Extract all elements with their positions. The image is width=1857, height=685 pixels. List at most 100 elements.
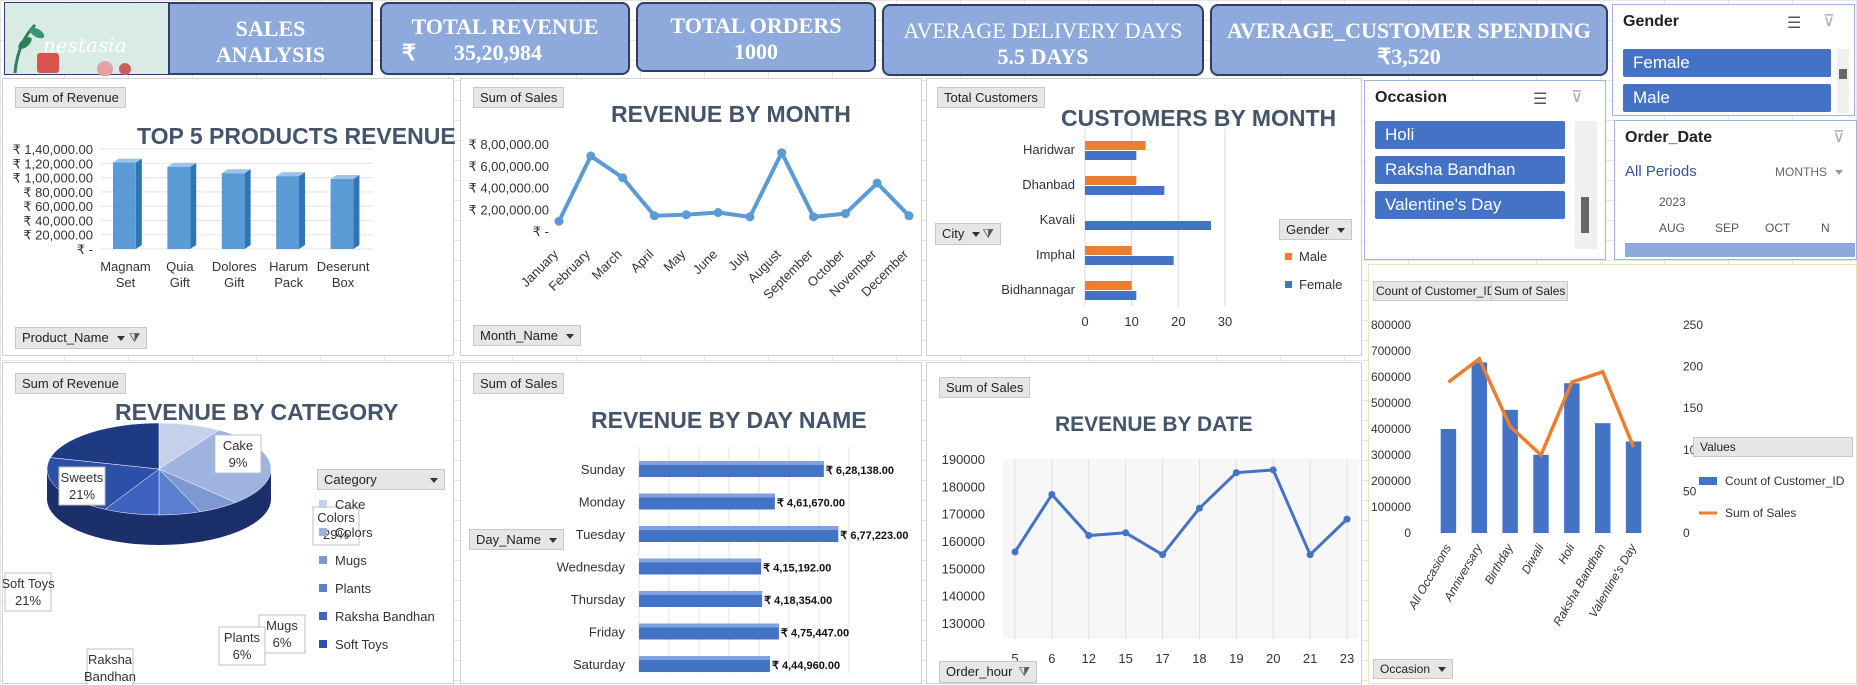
y-tick-label-right: 250 — [1683, 318, 1703, 332]
data-point — [1011, 548, 1019, 556]
bar — [1085, 176, 1137, 185]
multi-select-icon[interactable]: ☰ — [1787, 13, 1801, 33]
kpi-sales-analysis-line1: SALES — [235, 16, 306, 41]
timeline-month-aug[interactable]: AUG — [1659, 221, 1685, 235]
bar — [1533, 454, 1549, 533]
bar — [1085, 291, 1137, 300]
plot-area — [1003, 459, 1359, 639]
field-cat-legend[interactable]: Category — [317, 469, 445, 490]
timeline-bar[interactable] — [1625, 243, 1855, 257]
legend-swatch — [319, 584, 327, 592]
field-occ-axis[interactable]: Occasion — [1373, 659, 1454, 679]
chart-customers-by-month: Total Customers CUSTOMERS BY MONTH 0 10 20… — [926, 78, 1362, 356]
slicer-gender[interactable]: Gender ☰ ⊽ Female Male — [1612, 4, 1855, 116]
slicer-scrollbar[interactable] — [1837, 49, 1849, 113]
bar-highlight — [639, 461, 824, 465]
slicer-scrollbar[interactable] — [1575, 121, 1597, 249]
kpi-delivery-label: AVERAGE DELIVERY DAYS — [903, 18, 1183, 43]
legend-label: Raksha Bandhan — [335, 609, 435, 624]
y-tick-label: Thursday — [571, 592, 626, 607]
chart-occasion-combo: Count of Customer_ID Sum of Sales 800000… — [1368, 264, 1857, 684]
legend-label: Male — [1299, 249, 1327, 264]
y-tick-label: ₹ 2,00,000.00 — [468, 202, 549, 217]
slicer-date-title: Order_Date — [1625, 129, 1713, 146]
timeline-month-n[interactable]: N — [1821, 221, 1830, 235]
slicer-order-date[interactable]: Order_Date ⊽ All Periods MONTHS 2023 AUG… — [1614, 120, 1857, 260]
x-tick-label: 18 — [1192, 651, 1206, 666]
bar — [112, 162, 136, 249]
field-top5-axis[interactable]: Product_Name ⧩ — [15, 327, 148, 349]
brand-logo: nestasia — [4, 2, 170, 77]
x-tick-label: All Occasions — [1405, 542, 1454, 613]
x-tick-label: Deserunt — [317, 259, 370, 274]
bar — [167, 166, 191, 249]
y-tick-label: 170000 — [942, 507, 985, 522]
clear-filter-icon[interactable]: ⊽ — [1833, 127, 1845, 147]
x-tick-label: June — [690, 247, 721, 278]
y-tick-label: ₹ 60,000.00 — [23, 199, 93, 214]
filter-icon[interactable]: ⧩ — [982, 226, 994, 241]
y-tick-label-left: 300000 — [1371, 448, 1411, 462]
slicer-occasion-raksha[interactable]: Raksha Bandhan — [1375, 156, 1565, 184]
y-tick-label: 180000 — [942, 479, 985, 494]
bar — [1625, 441, 1642, 533]
kpi-total-orders: TOTAL ORDERS 1000 — [636, 2, 876, 72]
bar-side — [135, 158, 142, 249]
slicer-occasion-valentine[interactable]: Valentine's Day — [1375, 191, 1565, 219]
data-label: Cake — [223, 438, 253, 453]
y-tick-label: Haridwar — [1023, 142, 1076, 157]
slicer-occasion[interactable]: Occasion ☰ ⊽ Holi Raksha Bandhan Valenti… — [1364, 80, 1606, 260]
slicer-occasion-holi[interactable]: Holi — [1375, 121, 1565, 149]
y-tick-label: ₹ 8,00,000.00 — [468, 137, 549, 152]
x-tick-label: Quia — [166, 259, 194, 274]
y-tick-label: ₹ 40,000.00 — [23, 213, 93, 228]
data-label: Colors — [317, 510, 355, 525]
legend-label: Colors — [335, 525, 373, 540]
chart-revenue-by-category: Sum of Revenue REVENUE BY CATEGORY Cake 9… — [2, 362, 454, 685]
slicer-gender-female[interactable]: Female — [1623, 49, 1831, 77]
clear-filter-icon[interactable]: ⊽ — [1571, 87, 1583, 107]
field-cust-legend[interactable]: Gender — [1279, 219, 1353, 240]
data-point — [904, 211, 914, 221]
kpi-revenue-currency: ₹ — [402, 40, 416, 65]
x-tick-label: 0 — [1081, 314, 1088, 329]
data-point — [1195, 504, 1203, 512]
kpi-total-revenue: TOTAL REVENUE ₹35,20,984 — [380, 2, 630, 75]
clear-filter-icon[interactable]: ⊽ — [1823, 11, 1835, 31]
kpi-spending-label: AVERAGE_CUSTOMER SPENDING — [1226, 18, 1592, 43]
slicer-gender-male[interactable]: Male — [1623, 84, 1831, 112]
data-label: ₹ 4,75,447.00 — [781, 628, 849, 640]
data-point — [618, 173, 628, 183]
timeline-month-oct[interactable]: OCT — [1765, 221, 1790, 235]
y-tick-label: Imphal — [1036, 247, 1075, 262]
data-point — [649, 211, 659, 221]
field-month-axis[interactable]: Month_Name — [473, 325, 582, 346]
y-tick-label: Kavali — [1040, 212, 1076, 227]
data-label: Plants — [224, 630, 261, 645]
y-tick-label-left: 100000 — [1371, 500, 1411, 514]
y-tick-label: 140000 — [942, 589, 985, 604]
x-tick-label: 6 — [1048, 651, 1055, 666]
y-tick-label: Tuesday — [576, 527, 626, 542]
time-level-dropdown[interactable]: MONTHS — [1775, 165, 1843, 179]
chart-revenue-by-date: Sum of Sales REVENUE BY DATE 190000 18000… — [926, 362, 1362, 684]
filter-icon[interactable]: ⧩ — [1018, 664, 1030, 679]
category-plot: Cake9%Colors29%Mugs6%Plants6%RakshaBandh… — [3, 422, 435, 685]
field-date-axis[interactable]: Order_hour ⧩ — [939, 661, 1038, 683]
chart-revenue-by-month: Sum of Sales REVENUE BY MONTH ₹ 8,00,000… — [460, 78, 922, 356]
timeline-month-sep[interactable]: SEP — [1715, 221, 1739, 235]
bar-highlight — [639, 623, 779, 628]
data-label: 6% — [273, 635, 292, 650]
y-tick-label-left: 200000 — [1371, 474, 1411, 488]
multi-select-icon[interactable]: ☰ — [1533, 89, 1547, 109]
data-label: ₹ 4,44,960.00 — [772, 660, 840, 672]
field-cust-axis[interactable]: City ⧩ — [935, 223, 1001, 245]
legend-label: Plants — [335, 581, 372, 596]
y-tick-label-right: 200 — [1683, 360, 1703, 374]
data-label: ₹ 4,61,670.00 — [777, 498, 845, 510]
data-point — [1269, 466, 1277, 474]
y-tick-label: Friday — [589, 625, 626, 640]
y-tick-label-left: 400000 — [1371, 422, 1411, 436]
field-day-axis[interactable]: Day_Name — [469, 529, 565, 550]
filter-icon[interactable]: ⧩ — [129, 330, 141, 345]
